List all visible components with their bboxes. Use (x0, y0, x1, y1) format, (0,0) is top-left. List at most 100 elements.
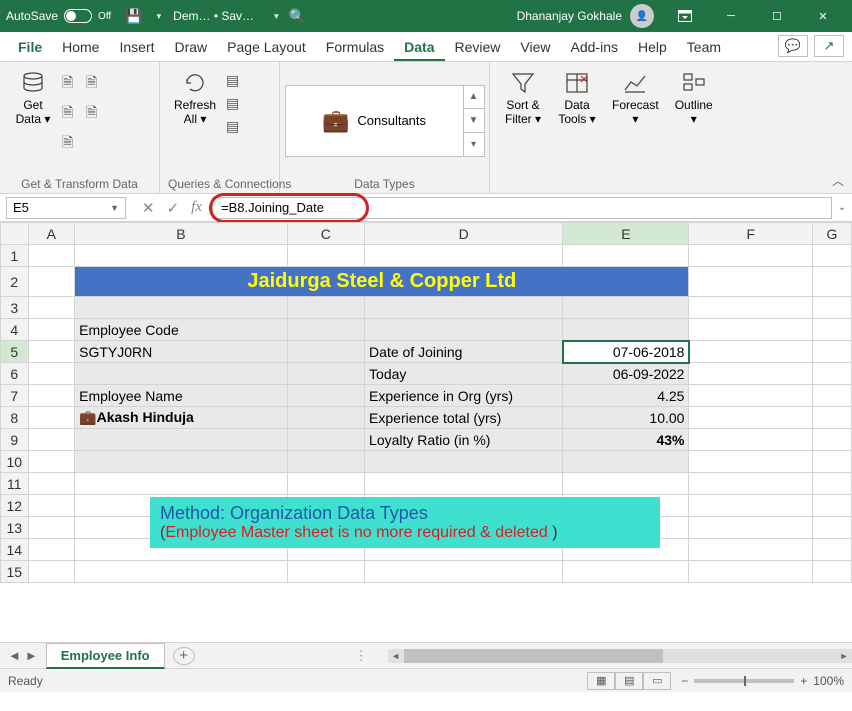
from-web-icon[interactable]: 🗎 (86, 72, 104, 96)
tab-view[interactable]: View (510, 33, 560, 61)
cell-d5[interactable]: Date of Joining (365, 341, 563, 363)
row-header[interactable]: 12 (1, 495, 29, 517)
hscroll-track[interactable] (404, 649, 836, 663)
close-button[interactable]: ✕ (800, 0, 846, 32)
col-header-c[interactable]: C (287, 223, 364, 245)
data-types-gallery[interactable]: 💼 Consultants ▲ ▼ ▾ (285, 85, 485, 157)
row-header[interactable]: 7 (1, 385, 29, 407)
hscroll-thumb[interactable] (404, 649, 663, 663)
row-header[interactable]: 11 (1, 473, 29, 495)
comments-button[interactable]: 💬 (778, 35, 808, 57)
queries-icon[interactable]: ▤ (226, 72, 244, 89)
col-header-d[interactable]: D (365, 223, 563, 245)
refresh-all-button[interactable]: Refresh All ▾ (168, 66, 222, 131)
row-header[interactable]: 14 (1, 539, 29, 561)
view-page-layout-icon[interactable]: ▤ (615, 672, 643, 690)
cell-e9[interactable]: 43% (563, 429, 689, 451)
zoom-in-icon[interactable]: + (800, 674, 807, 688)
sheet-tab-employee-info[interactable]: Employee Info (46, 643, 165, 669)
cell-e6[interactable]: 06-09-2022 (563, 363, 689, 385)
hscroll-left-icon[interactable]: ◄ (388, 649, 404, 663)
row-header[interactable]: 8 (1, 407, 29, 429)
cell-b7[interactable]: Employee Name (75, 385, 288, 407)
cell-d8[interactable]: Experience total (yrs) (365, 407, 563, 429)
zoom-out-icon[interactable]: − (681, 674, 688, 688)
tab-help[interactable]: Help (628, 33, 677, 61)
edit-links-icon[interactable]: ▤ (226, 118, 244, 135)
company-title[interactable]: Jaidurga Steel & Copper Ltd (75, 267, 689, 297)
row-header[interactable]: 4 (1, 319, 29, 341)
data-tools-button[interactable]: Data Tools ▾ (552, 66, 602, 131)
row-header[interactable]: 13 (1, 517, 29, 539)
save-icon[interactable]: 💾 (125, 8, 142, 25)
tab-insert[interactable]: Insert (109, 33, 164, 61)
tab-review[interactable]: Review (445, 33, 511, 61)
tab-page-layout[interactable]: Page Layout (217, 33, 316, 61)
row-header[interactable]: 1 (1, 245, 29, 267)
maximize-button[interactable]: ☐ (754, 0, 800, 32)
col-header-g[interactable]: G (813, 223, 852, 245)
accept-formula-icon[interactable]: ✓ (167, 199, 180, 217)
tab-home[interactable]: Home (52, 33, 109, 61)
properties-icon[interactable]: ▤ (226, 95, 244, 112)
sheet-nav-prev-icon[interactable]: ◄ (8, 648, 21, 663)
select-all-cell[interactable] (1, 223, 29, 245)
minimize-button[interactable]: ─ (708, 0, 754, 32)
cell-d9[interactable]: Loyalty Ratio (in %) (365, 429, 563, 451)
row-header[interactable]: 9 (1, 429, 29, 451)
fx-icon[interactable]: fx (191, 199, 202, 217)
tab-draw[interactable]: Draw (165, 33, 218, 61)
view-normal-icon[interactable]: ▦ (587, 672, 615, 690)
tab-file[interactable]: File (8, 33, 52, 61)
forecast-button[interactable]: Forecast▾ (606, 66, 665, 131)
tab-split-handle[interactable]: ⋮ (355, 648, 368, 664)
undo-dropdown-icon[interactable]: ▾ (157, 11, 162, 22)
col-header-f[interactable]: F (689, 223, 813, 245)
gallery-up-icon[interactable]: ▲ (464, 86, 484, 110)
row-header[interactable]: 15 (1, 561, 29, 583)
formula-input[interactable]: =B8.Joining_Date (212, 197, 832, 219)
cell-b4[interactable]: Employee Code (75, 319, 288, 341)
cell-b8[interactable]: 💼Akash Hinduja (75, 407, 288, 429)
tab-addins[interactable]: Add-ins (561, 33, 628, 61)
row-header[interactable]: 10 (1, 451, 29, 473)
name-box[interactable]: E5 ▼ (6, 197, 126, 219)
user-name[interactable]: Dhananjay Gokhale (517, 9, 622, 23)
cell-e8[interactable]: 10.00 (563, 407, 689, 429)
cell-e5[interactable]: 07-06-2018 (563, 341, 689, 363)
collapse-ribbon-icon[interactable]: ︿ (832, 172, 844, 189)
cancel-formula-icon[interactable]: ✕ (142, 199, 155, 217)
ribbon-display-icon[interactable] (662, 0, 708, 32)
document-title[interactable]: Dem… • Sav… (173, 9, 254, 23)
cell-b5[interactable]: SGTYJ0RN (75, 341, 288, 363)
doc-dropdown-icon[interactable]: ▾ (274, 11, 279, 22)
outline-button[interactable]: Outline▾ (669, 66, 719, 131)
get-data-button[interactable]: Get Data ▾ (8, 66, 58, 131)
row-header[interactable]: 2 (1, 267, 29, 297)
col-header-e[interactable]: E (563, 223, 689, 245)
existing-conn-icon[interactable]: 🗎 (62, 132, 80, 156)
col-header-a[interactable]: A (28, 223, 75, 245)
row-header[interactable]: 5 (1, 341, 29, 363)
cell-d6[interactable]: Today (365, 363, 563, 385)
view-page-break-icon[interactable]: ▭ (643, 672, 671, 690)
tab-formulas[interactable]: Formulas (316, 33, 394, 61)
hscroll-right-icon[interactable]: ► (836, 649, 852, 663)
gallery-down-icon[interactable]: ▼ (464, 109, 484, 133)
row-header[interactable]: 3 (1, 297, 29, 319)
search-icon[interactable]: 🔍 (289, 8, 306, 25)
user-avatar[interactable]: 👤 (630, 4, 654, 28)
from-table-icon[interactable]: 🗎 (62, 102, 80, 126)
add-sheet-button[interactable]: + (173, 647, 195, 665)
tab-team[interactable]: Team (677, 33, 731, 61)
autosave-toggle[interactable] (64, 9, 92, 23)
cell-e7[interactable]: 4.25 (563, 385, 689, 407)
zoom-slider[interactable] (694, 679, 794, 683)
name-box-dropdown-icon[interactable]: ▼ (110, 203, 119, 213)
share-button[interactable]: ↗ (814, 35, 844, 57)
sheet-nav-next-icon[interactable]: ► (25, 648, 38, 663)
zoom-level[interactable]: 100% (813, 674, 844, 688)
from-text-icon[interactable]: 🗎 (62, 72, 80, 96)
tab-data[interactable]: Data (394, 33, 444, 61)
worksheet[interactable]: A B C D E F G 1 2Jaidurga Steel & Copper… (0, 222, 852, 642)
